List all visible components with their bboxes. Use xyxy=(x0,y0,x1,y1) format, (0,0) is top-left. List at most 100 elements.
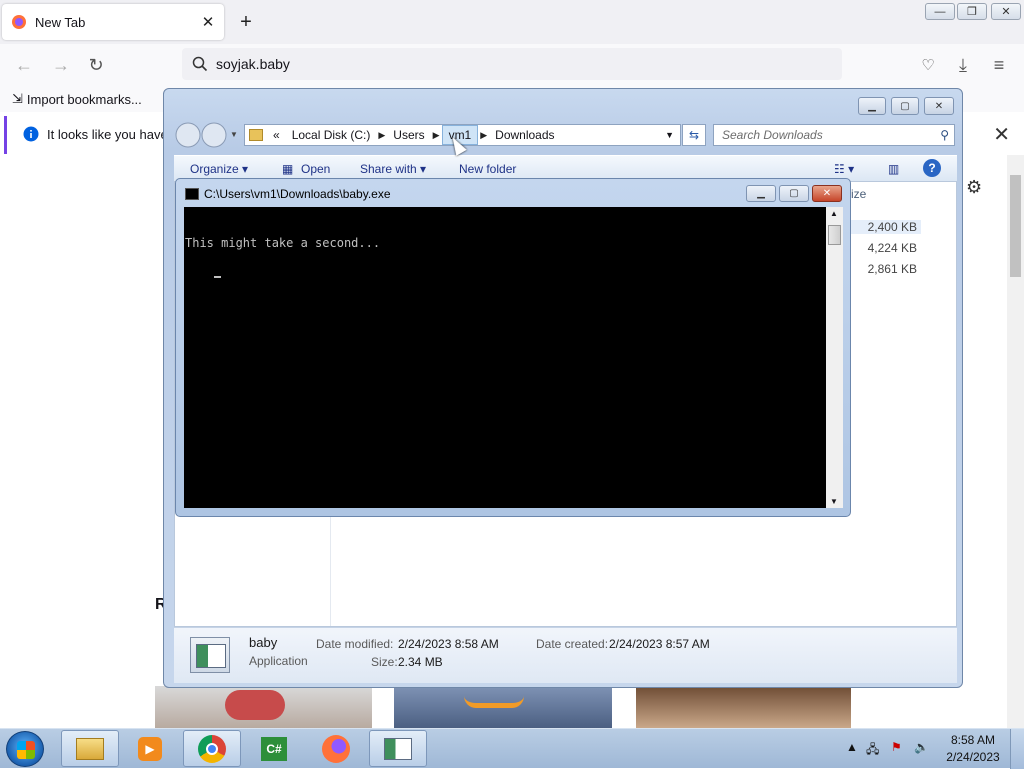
chrome-icon xyxy=(198,734,226,763)
action-center-icon[interactable]: ⚑ xyxy=(891,740,902,754)
console-scrollbar[interactable]: ▲ ▼ xyxy=(826,207,843,508)
detail-file-type: Application xyxy=(249,654,308,668)
taskbar-explorer[interactable] xyxy=(61,730,119,767)
help-icon[interactable]: ? xyxy=(923,159,941,177)
breadcrumb-overflow[interactable]: « xyxy=(267,125,286,145)
new-tab-button[interactable]: + xyxy=(234,10,258,34)
tab-close-icon[interactable]: ✕ xyxy=(196,10,220,34)
new-folder-button[interactable]: New folder xyxy=(459,162,516,176)
size-value: 2.34 MB xyxy=(398,655,443,669)
console-minimize-button[interactable]: ▁ xyxy=(746,185,776,202)
network-icon[interactable]: 🖧 xyxy=(866,740,879,761)
breadcrumb-users[interactable]: Users xyxy=(387,125,430,145)
taskbar-media-player[interactable]: ▶ xyxy=(121,730,179,767)
open-icon[interactable]: ▦ xyxy=(282,162,293,176)
start-button[interactable] xyxy=(6,731,44,767)
breadcrumb-local-disk[interactable]: Local Disk (C:) xyxy=(286,125,377,145)
pocket-icon[interactable]: ♡ xyxy=(916,54,940,76)
application-icon xyxy=(384,737,412,760)
recent-thumbnail-2[interactable] xyxy=(394,686,612,728)
file-size-3: 2,861 KB xyxy=(867,262,917,276)
windows-logo-icon xyxy=(17,741,35,759)
recent-pages-chevron-icon[interactable]: ▼ xyxy=(230,130,238,139)
download-icon[interactable]: ⤓ xyxy=(951,54,975,76)
explorer-close-button[interactable]: ✕ xyxy=(924,97,954,115)
browser-restore-button[interactable]: ❐ xyxy=(957,3,987,20)
file-size-1: 2,400 KB xyxy=(851,220,921,234)
volume-icon[interactable]: 🔈 xyxy=(914,740,929,754)
console-app-icon[interactable] xyxy=(185,188,199,200)
preview-pane-icon[interactable]: ▥ xyxy=(888,162,899,176)
search-downloads-input[interactable]: Search Downloads ⚲ xyxy=(713,124,955,146)
explorer-maximize-button[interactable]: ▢ xyxy=(891,97,919,115)
console-window: C:\Users\vm1\Downloads\baby.exe ▁ ▢ ✕ Th… xyxy=(175,178,851,517)
taskbar: ▶ C# ▲ 🖧 ⚑ 🔈 8:58 AM 2/24/2023 xyxy=(0,728,1024,769)
firefox-icon xyxy=(12,15,26,29)
taskbar-csharp[interactable]: C# xyxy=(245,730,303,767)
tab-new-tab[interactable]: New Tab ✕ xyxy=(2,4,224,40)
clock-time: 8:58 AM xyxy=(950,733,996,747)
console-scrollbar-thumb[interactable] xyxy=(828,225,841,245)
forward-icon[interactable]: → xyxy=(49,54,73,76)
recent-thumbnail-1[interactable] xyxy=(155,686,372,728)
url-text: soyjak.baby xyxy=(216,56,290,72)
settings-gear-icon[interactable]: ⚙ xyxy=(966,177,982,198)
taskbar-firefox[interactable] xyxy=(307,730,365,767)
clock[interactable]: 8:58 AM 2/24/2023 xyxy=(944,732,1002,766)
detail-file-name: baby xyxy=(249,635,278,650)
size-label: Size: xyxy=(371,655,398,669)
breadcrumb-arrow-icon[interactable]: ▶ xyxy=(431,130,442,141)
organize-button[interactable]: Organize ▾ xyxy=(190,162,248,176)
search-placeholder: Search Downloads xyxy=(722,128,823,142)
menu-icon[interactable]: ≡ xyxy=(987,54,1011,76)
browser-minimize-button[interactable]: — xyxy=(925,3,955,20)
scroll-down-icon[interactable]: ▼ xyxy=(830,497,838,506)
search-icon xyxy=(192,56,208,72)
date-created-value: 2/24/2023 8:57 AM xyxy=(609,637,710,651)
taskbar-console[interactable] xyxy=(369,730,427,767)
url-bar[interactable]: soyjak.baby xyxy=(182,48,842,80)
date-modified-value: 2/24/2023 8:58 AM xyxy=(398,637,499,651)
media-player-icon: ▶ xyxy=(138,736,162,761)
back-icon[interactable]: ← xyxy=(12,54,36,76)
console-output-area[interactable]: This might take a second... xyxy=(184,207,826,508)
notification-close-icon[interactable]: ✕ xyxy=(993,122,1010,147)
application-icon xyxy=(190,637,230,673)
scroll-up-icon[interactable]: ▲ xyxy=(830,209,838,218)
address-dropdown-icon[interactable]: ▼ xyxy=(665,130,674,140)
share-with-button[interactable]: Share with ▾ xyxy=(360,162,426,176)
view-options-icon[interactable]: ☷ ▾ xyxy=(834,162,854,176)
console-maximize-button[interactable]: ▢ xyxy=(779,185,809,202)
clock-date: 2/24/2023 xyxy=(946,750,1000,764)
breadcrumb-arrow-icon[interactable]: ▶ xyxy=(376,130,387,141)
date-created-label: Date created: xyxy=(536,637,609,651)
import-icon: ⇲ xyxy=(12,91,23,106)
back-forward-buttons[interactable] xyxy=(174,121,228,149)
refresh-icon[interactable]: ⇆ xyxy=(682,124,706,146)
page-scrollbar-thumb[interactable] xyxy=(1010,175,1021,277)
explorer-minimize-button[interactable]: ▁ xyxy=(858,97,886,115)
size-column-header[interactable]: ize xyxy=(851,187,866,201)
show-hidden-icons-icon[interactable]: ▲ xyxy=(846,740,858,754)
console-close-button[interactable]: ✕ xyxy=(812,185,842,202)
browser-tab-strip: New Tab ✕ + — ❐ ✕ xyxy=(0,0,1024,44)
console-title: C:\Users\vm1\Downloads\baby.exe xyxy=(204,187,391,201)
show-desktop-button[interactable] xyxy=(1010,729,1024,769)
firefox-icon xyxy=(322,734,350,763)
open-button[interactable]: Open xyxy=(301,162,330,176)
breadcrumb-arrow-icon[interactable]: ▶ xyxy=(478,130,489,141)
console-output-text: This might take a second... xyxy=(185,236,381,250)
import-bookmarks-label: Import bookmarks... xyxy=(26,91,142,107)
import-bookmarks-link[interactable]: ⇲ Import bookmarks... xyxy=(12,91,142,107)
taskbar-chrome[interactable] xyxy=(183,730,241,767)
csharp-icon: C# xyxy=(261,736,287,761)
file-size-2: 4,224 KB xyxy=(867,241,917,255)
page-scrollbar[interactable] xyxy=(1007,155,1024,728)
notification-message: It looks like you haven' xyxy=(47,127,178,142)
info-icon xyxy=(23,126,39,142)
details-pane: baby Application Date modified: 2/24/202… xyxy=(174,627,957,683)
breadcrumb-downloads[interactable]: Downloads xyxy=(489,125,560,145)
browser-close-button[interactable]: ✕ xyxy=(991,3,1021,20)
reload-icon[interactable]: ↻ xyxy=(84,54,108,76)
recent-thumbnail-3[interactable] xyxy=(636,686,851,728)
